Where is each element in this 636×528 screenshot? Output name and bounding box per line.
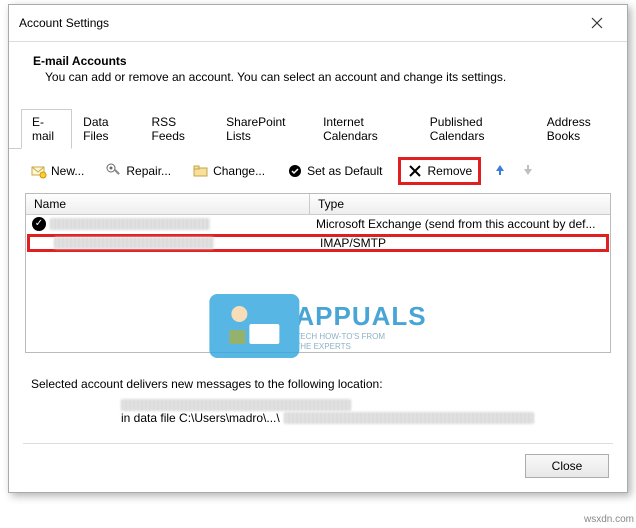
folder-icon [193,163,209,179]
mail-new-icon [31,163,47,179]
location-heading: Selected account delivers new messages t… [31,377,605,391]
location-folder-line [121,399,605,411]
source-credit: wsxdn.com [584,514,634,525]
footer: Close [9,444,627,492]
table-header: Name Type [26,194,610,215]
col-type[interactable]: Type [310,194,610,214]
account-type: Microsoft Exchange (send from this accou… [310,217,610,231]
location-redacted [121,399,351,411]
remove-button[interactable]: Remove [398,157,481,185]
arrow-down-icon [521,163,535,177]
account-settings-dialog: Account Settings E-mail Accounts You can… [8,4,628,493]
repair-button[interactable]: Repair... [100,160,177,182]
tab-internet-calendars[interactable]: Internet Calendars [312,109,419,149]
new-button[interactable]: New... [25,160,90,182]
tab-sharepoint-lists[interactable]: SharePoint Lists [215,109,312,149]
tab-data-files[interactable]: Data Files [72,109,140,149]
close-button[interactable]: Close [525,454,609,478]
location-datafile-line: in data file C:\Users\madro\...\ [121,411,605,425]
change-button[interactable]: Change... [187,160,271,182]
location-path-redacted [284,412,534,424]
location-block: Selected account delivers new messages t… [9,371,627,435]
window-close-button[interactable] [577,11,617,35]
check-circle-icon [287,163,303,179]
table-row[interactable]: Microsoft Exchange (send from this accou… [26,215,610,233]
default-account-icon [32,217,46,231]
tab-address-books[interactable]: Address Books [536,109,627,149]
set-default-button[interactable]: Set as Default [281,160,388,182]
header-title: E-mail Accounts [33,54,603,68]
tab-email[interactable]: E-mail [21,109,72,149]
move-up-button[interactable] [491,161,509,182]
header-block: E-mail Accounts You can add or remove an… [9,42,627,92]
col-name[interactable]: Name [26,194,310,214]
window-title: Account Settings [19,16,109,30]
arrow-up-icon [493,163,507,177]
account-type: IMAP/SMTP [314,236,606,250]
tabs: E-mail Data Files RSS Feeds SharePoint L… [9,108,627,149]
titlebar: Account Settings [9,5,627,42]
wrench-gear-icon [106,163,122,179]
remove-x-icon [407,163,423,179]
accounts-table: Name Type Microsoft Exchange (send from … [25,193,611,353]
tab-published-calendars[interactable]: Published Calendars [419,109,536,149]
table-row[interactable]: IMAP/SMTP [27,234,609,252]
account-name-redacted [50,218,210,230]
toolbar: New... Repair... Change... Set as Defaul… [9,149,627,193]
account-name-redacted [54,237,214,249]
move-down-button[interactable] [519,161,537,182]
header-desc: You can add or remove an account. You ca… [45,70,603,84]
tab-rss-feeds[interactable]: RSS Feeds [141,109,216,149]
